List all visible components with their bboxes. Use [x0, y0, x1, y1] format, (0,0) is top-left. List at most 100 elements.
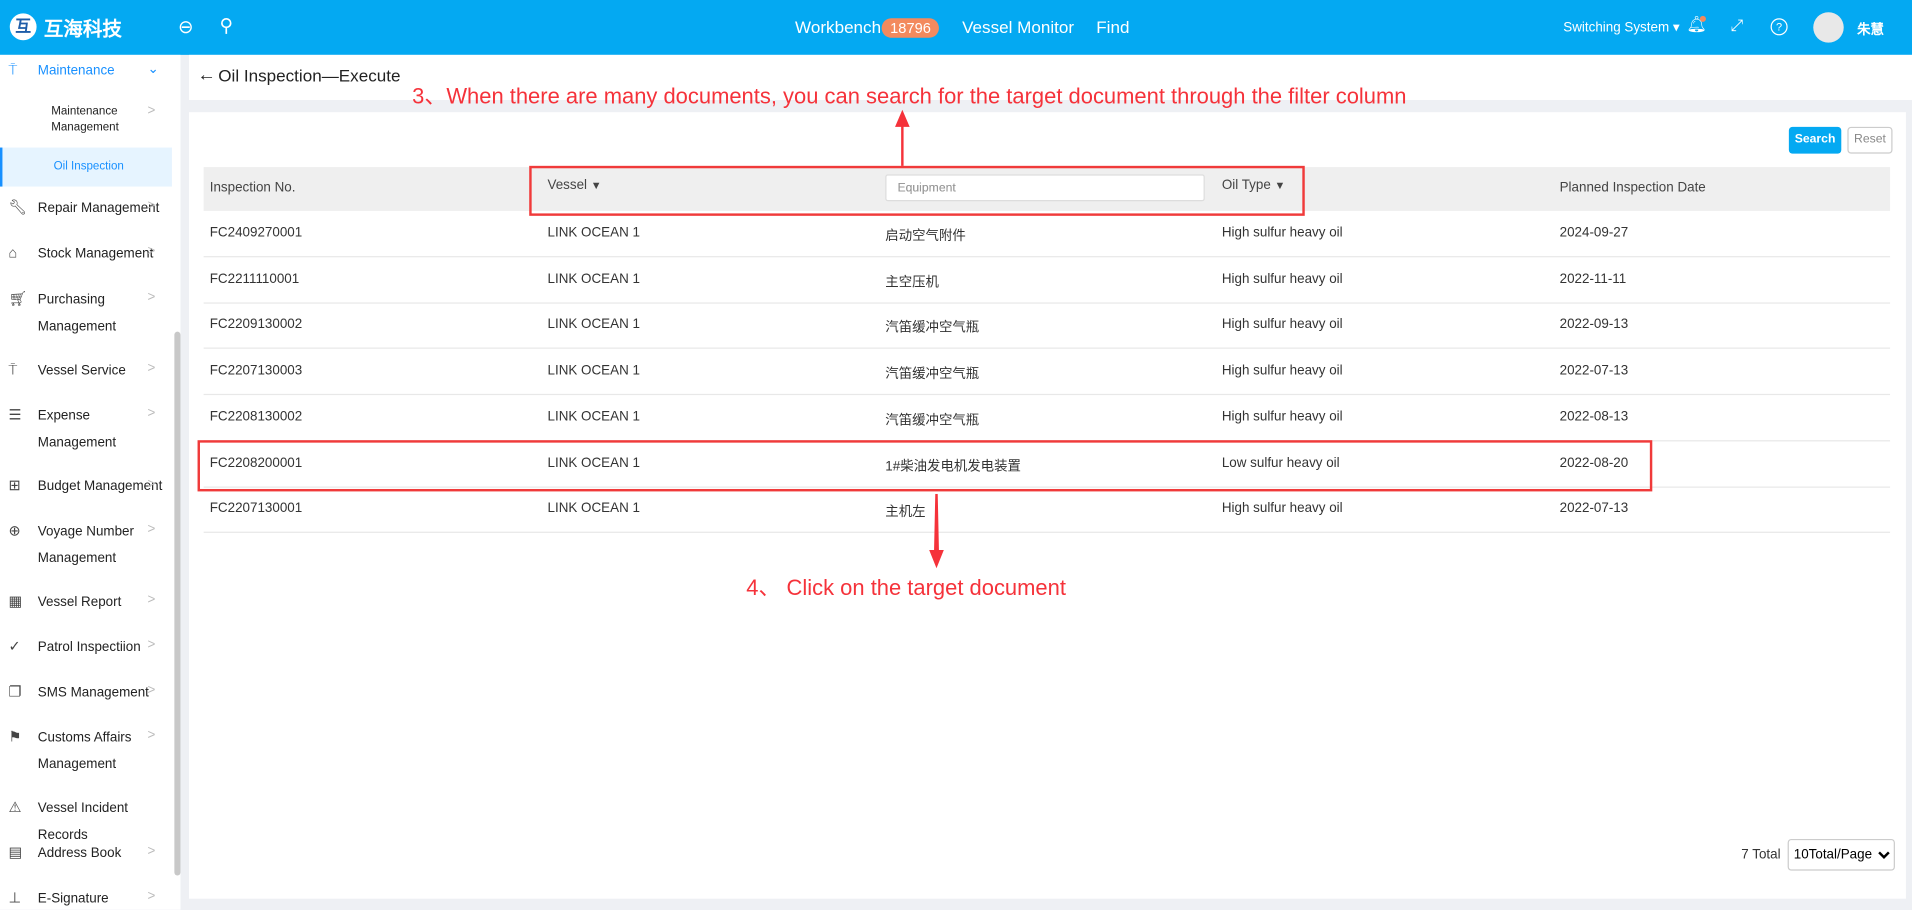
sidebar-item-label: Expense Management [37, 408, 117, 450]
table-row[interactable]: FC2211110001 LINK OCEAN 1 主空压机 High sulfur … [203, 257, 1891, 304]
cell-planned-date: 2022-09-13 [1559, 317, 1629, 333]
chevron-right-icon: > [147, 198, 156, 214]
page-size-select[interactable]: 10Total/Page [1787, 838, 1895, 871]
page-title: Oil Inspection—Execute [218, 65, 401, 86]
logo-icon: 互 [9, 13, 37, 41]
cell-vessel: LINK OCEAN 1 [547, 271, 640, 287]
cell-planned-date: 2024-09-27 [1559, 225, 1629, 241]
chevron-right-icon: > [147, 521, 156, 537]
notification-dot [1699, 15, 1706, 22]
reset-button[interactable]: Reset [1847, 126, 1893, 154]
switch-system-label: Switching System [1563, 20, 1670, 36]
calculator-icon: ⊞ [8, 476, 21, 494]
cell-oil-type: High sulfur heavy oil [1221, 271, 1343, 287]
chevron-right-icon: > [147, 290, 156, 305]
annotation-step4: 4、 Click on the target document [746, 575, 1066, 600]
cell-planned-date: 2022-07-13 [1559, 363, 1629, 379]
chevron-right-icon: > [147, 637, 156, 653]
cell-planned-date: 2022-07-13 [1559, 501, 1629, 517]
cell-oil-type: High sulfur heavy oil [1221, 501, 1343, 517]
switch-system-dropdown[interactable]: Switching System ▾ [1563, 20, 1679, 36]
chevron-right-icon: > [147, 476, 156, 492]
paint-roller-icon: ⍑ [8, 360, 18, 379]
sidebar-item-label: Vessel Report [37, 595, 122, 610]
signpost-icon: ⚑ [8, 727, 22, 746]
cell-oil-type: High sulfur heavy oil [1221, 363, 1343, 379]
cell-planned-date: 2022-11-11 [1559, 271, 1627, 287]
annotation-box-target-row [197, 440, 1653, 492]
sidebar-item-label: Voyage Number Management [37, 524, 135, 566]
annotation-arrow-up [895, 109, 910, 166]
sidebar-item-label: Oil Inspection [53, 159, 124, 174]
cell-equipment: 主空压机 [885, 275, 939, 290]
fullscreen-icon[interactable]: ⤢ [1730, 16, 1743, 36]
column-header-planned-date: Planned Inspection Date [1559, 180, 1706, 196]
chevron-right-icon: > [147, 103, 156, 119]
sidebar-item-oil-inspection[interactable]: Oil Inspection [0, 147, 172, 187]
search-button[interactable]: Search [1788, 126, 1842, 154]
cell-vessel: LINK OCEAN 1 [547, 225, 640, 241]
cell-oil-type: High sulfur heavy oil [1221, 317, 1343, 333]
cell-inspection-no: FC2211110001 [209, 271, 300, 287]
table-row[interactable]: FC2207130003 LINK OCEAN 1 汽笛缓冲空气瓶 High sulf… [203, 349, 1891, 396]
sidebar-scrollbar[interactable] [174, 331, 181, 876]
annotation-arrow-down [929, 493, 944, 569]
chevron-right-icon: > [147, 888, 156, 904]
cell-inspection-no: FC2209130002 [209, 317, 303, 333]
sidebar-item-label: Purchasing Management [37, 292, 117, 335]
workbench-badge: 18796 [881, 18, 940, 38]
sidebar: ⍑ Maintenance ⌄ Maintenance Management >… [0, 54, 181, 910]
home-icon: ⌂ [8, 243, 18, 261]
table-row[interactable]: FC2207130001 LINK OCEAN 1 主机左 High sulfur h… [203, 487, 1891, 534]
cell-vessel: LINK OCEAN 1 [547, 501, 640, 517]
total-count: 7 Total [1741, 847, 1781, 863]
column-header-inspection-no: Inspection No. [209, 180, 296, 196]
copy-icon: ❐ [8, 682, 22, 700]
stamp-icon: ⊥ [8, 888, 22, 907]
database-icon: ☰ [8, 406, 22, 424]
chevron-right-icon: > [147, 406, 156, 421]
cell-vessel: LINK OCEAN 1 [547, 363, 640, 379]
sidebar-item-maintenance[interactable]: ⍑ Maintenance ⌄ [0, 57, 172, 84]
back-arrow-icon[interactable]: ← [198, 65, 216, 86]
collapse-back-icon[interactable]: ⊖ [178, 16, 193, 38]
cell-inspection-no: FC2207130001 [209, 501, 303, 517]
table-row[interactable]: FC2209130002 LINK OCEAN 1 汽笛缓冲空气瓶 High sulf… [203, 303, 1891, 350]
cell-equipment: 汽笛缓冲空气瓶 [885, 321, 980, 336]
nav-vessel-monitor[interactable]: Vessel Monitor [962, 17, 1074, 37]
wrench-icon: 🔧︎ [8, 198, 28, 216]
cell-inspection-no: FC2208130002 [209, 409, 303, 425]
nav-find[interactable]: Find [1096, 17, 1129, 37]
help-icon[interactable]: ? [1770, 18, 1788, 36]
sidebar-item-label: Maintenance [37, 63, 115, 79]
cell-inspection-no: FC2409270001 [209, 225, 303, 241]
chevron-right-icon: > [147, 592, 156, 608]
avatar[interactable] [1813, 12, 1844, 43]
cell-vessel: LINK OCEAN 1 [547, 317, 640, 333]
logo: 互 互海科技 [9, 12, 122, 41]
cell-inspection-no: FC2207130003 [209, 363, 303, 379]
user-name[interactable]: 朱慧 [1857, 20, 1884, 40]
chevron-right-icon: > [147, 243, 156, 259]
top-bar: 互 互海科技 ⊖ ⚲ Workbench 18796 Vessel Monito… [0, 0, 1912, 55]
cell-vessel: LINK OCEAN 1 [547, 409, 640, 425]
sidebar-item-label: Address Book [37, 846, 122, 861]
chevron-right-icon: > [147, 727, 156, 743]
table-row[interactable]: FC2208130002 LINK OCEAN 1 汽笛缓冲空气瓶 High sulf… [203, 395, 1891, 442]
chevron-down-icon: ⌄ [147, 62, 159, 77]
sidebar-item-label: Budget Management [37, 479, 163, 494]
search-icon[interactable]: ⚲ [219, 15, 232, 37]
sidebar-item-label: Customs Affairs Management [37, 730, 132, 772]
sidebar-item-label: Stock Management [37, 246, 154, 261]
table-row[interactable]: FC2409270001 LINK OCEAN 1 启动空气附件 High sulfu… [203, 211, 1891, 258]
nav-workbench[interactable]: Workbench [795, 17, 881, 37]
sidebar-item-label: Vessel Service [37, 363, 126, 379]
paint-roller-icon: ⍑ [8, 60, 18, 79]
annotation-step3: 3、When there are many documents, you can… [412, 84, 1407, 109]
check-circle-icon: ✓ [8, 637, 21, 655]
chevron-right-icon: > [147, 843, 156, 859]
chevron-right-icon: > [147, 360, 156, 376]
cell-planned-date: 2022-08-13 [1559, 409, 1629, 425]
sidebar-item-label: Repair Management [37, 201, 160, 216]
cell-equipment: 主机左 [885, 505, 926, 520]
